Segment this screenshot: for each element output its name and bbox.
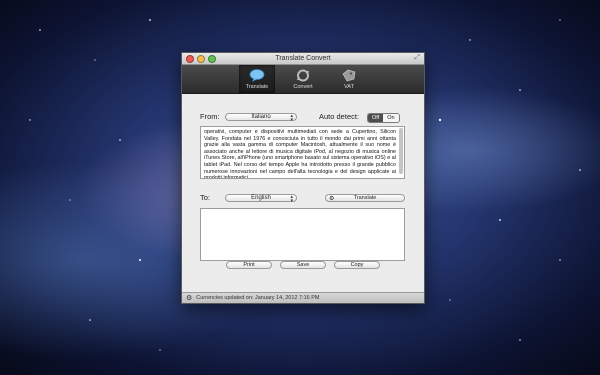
toolbar: Translate Convert VAT [182, 65, 424, 94]
tab-convert[interactable]: Convert [285, 65, 321, 93]
translate-button[interactable]: ⚙ Translate [325, 194, 405, 202]
vat-tag-icon [341, 69, 357, 83]
auto-detect-toggle[interactable]: Off On [367, 113, 400, 123]
auto-detect-label: Auto detect: [319, 112, 360, 121]
zoom-window-button[interactable] [208, 55, 216, 63]
settings-gear-icon[interactable]: ⚙ [186, 294, 192, 302]
tab-vat-label: VAT [344, 83, 354, 90]
tab-translate-label: Translate [245, 83, 269, 90]
currency-update-status: Currencies updated on: January 14, 2012 … [196, 295, 320, 301]
output-text-area[interactable] [200, 208, 405, 261]
translate-convert-window: Translate Convert ⤢ Translate Convert VA… [181, 52, 425, 304]
to-language-value: English [251, 195, 271, 201]
print-button[interactable]: Print [226, 261, 272, 269]
to-language-select[interactable]: English ▴ ▾ [225, 194, 297, 204]
window-title: Translate Convert [275, 55, 331, 62]
from-language-value: Italiano [251, 114, 271, 120]
tab-vat[interactable]: VAT [331, 65, 367, 93]
status-bar: ⚙ Currencies updated on: January 14, 201… [182, 292, 424, 303]
title-bar[interactable]: Translate Convert ⤢ [182, 53, 424, 65]
translate-gear-icon: ⚙ [329, 195, 335, 202]
copy-button[interactable]: Copy [334, 261, 380, 269]
minimize-window-button[interactable] [197, 55, 205, 63]
print-button-label: Print [243, 262, 255, 268]
source-text-area[interactable]: operativi, computer e dispositivi multim… [200, 126, 405, 179]
speech-bubble-icon [249, 69, 265, 83]
to-label: To: [200, 193, 211, 202]
select-arrows-icon: ▴ ▾ [290, 194, 293, 204]
from-row: From: [200, 112, 220, 121]
source-text: operativi, computer e dispositivi multim… [204, 129, 396, 179]
window-controls [186, 55, 216, 63]
convert-arrows-icon [295, 69, 311, 83]
auto-detect-off-option[interactable]: Off [368, 114, 384, 122]
fullscreen-icon[interactable]: ⤢ [414, 54, 420, 62]
tab-translate[interactable]: Translate [239, 65, 275, 93]
from-label: From: [200, 112, 220, 121]
save-button[interactable]: Save [280, 261, 326, 269]
auto-detect-on-option[interactable]: On [383, 114, 399, 122]
from-language-select[interactable]: Italiano ▴ ▾ [225, 113, 297, 123]
source-text-scrollbar[interactable] [399, 128, 403, 174]
close-window-button[interactable] [186, 55, 194, 63]
select-arrows-icon: ▴ ▾ [290, 113, 293, 123]
save-button-label: Save [296, 262, 310, 268]
copy-button-label: Copy [350, 262, 364, 268]
tab-convert-label: Convert [293, 83, 313, 90]
translate-button-label: Translate [353, 195, 377, 201]
